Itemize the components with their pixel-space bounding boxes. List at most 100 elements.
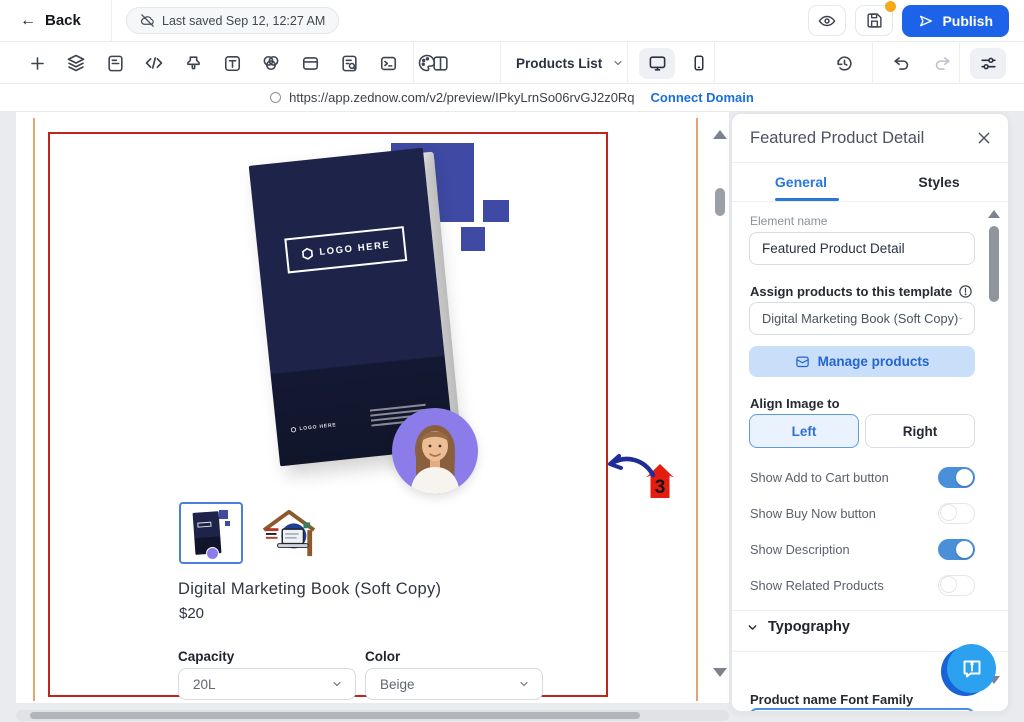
show-related-products-label: Show Related Products [750, 578, 884, 593]
form-icon[interactable] [102, 50, 128, 76]
panel-title: Featured Product Detail [750, 129, 924, 148]
close-icon[interactable] [976, 130, 992, 146]
font-family-select[interactable] [749, 708, 975, 712]
info-icon [958, 284, 973, 299]
preview-url: https://app.zednow.com/v2/preview/IPkyLr… [289, 90, 634, 105]
assign-products-label: Assign products to this template [750, 284, 973, 299]
manage-products-button[interactable]: Manage products [749, 346, 975, 377]
toggle-row: Show Add to Cart button [750, 466, 975, 488]
tab-styles[interactable]: Styles [870, 163, 1008, 201]
history-icon[interactable] [831, 50, 857, 76]
chevron-down-icon [746, 621, 759, 634]
toggle-knob [940, 504, 957, 521]
capacity-value: 20L [193, 677, 216, 692]
back-button[interactable]: ← Back [0, 0, 112, 42]
preview-eye-button[interactable] [808, 5, 846, 36]
eye-icon [818, 12, 836, 30]
assign-products-select[interactable]: Digital Marketing Book (Soft Copy) [749, 302, 975, 335]
author-avatar [392, 408, 478, 494]
paint-icon[interactable] [180, 50, 206, 76]
show-buy-now-label: Show Buy Now button [750, 506, 876, 521]
mobile-view-button[interactable] [681, 48, 717, 79]
layers-icon[interactable] [63, 50, 89, 76]
thumbnail-book-image [194, 510, 228, 556]
divider [714, 42, 715, 84]
option-label-capacity: Capacity [178, 649, 234, 664]
adjustments-icon[interactable] [970, 48, 1006, 79]
element-name-input[interactable]: Featured Product Detail [749, 232, 975, 265]
connect-domain-link[interactable]: Connect Domain [651, 90, 754, 105]
canvas-hscrollbar-thumb[interactable] [30, 712, 640, 719]
active-tab-underline [775, 198, 839, 201]
page-selector[interactable]: Products List [516, 42, 624, 84]
page-search-icon[interactable] [336, 50, 362, 76]
divider [500, 42, 501, 84]
canvas-scroll-down[interactable] [713, 668, 727, 677]
properties-panel: Featured Product Detail General Styles E… [731, 113, 1009, 712]
product-price: $20 [179, 605, 204, 622]
align-right-button[interactable]: Right [865, 414, 975, 448]
book-logo-text: LOGO HERE [319, 240, 391, 258]
add-icon[interactable] [24, 50, 50, 76]
font-family-label: Product name Font Family [750, 692, 913, 707]
text-icon[interactable] [219, 50, 245, 76]
show-description-toggle[interactable] [938, 539, 975, 560]
preview-url-bar: https://app.zednow.com/v2/preview/IPkyLr… [0, 84, 1024, 112]
annotation-number: 3 [655, 478, 666, 498]
typography-section-header[interactable]: Typography [746, 619, 850, 635]
help-chat-button[interactable] [941, 644, 997, 698]
window-icon[interactable] [297, 50, 323, 76]
annotation-arrow-icon [602, 450, 656, 482]
send-icon [918, 13, 934, 29]
toggle-row: Show Description [750, 538, 975, 560]
toggle-row: Show Buy Now button [750, 502, 975, 524]
back-arrow-icon: ← [20, 12, 36, 30]
canvas-scrollbar-thumb[interactable] [715, 188, 725, 216]
show-add-to-cart-toggle[interactable] [938, 467, 975, 488]
desktop-view-button[interactable] [639, 48, 675, 79]
columns-icon[interactable] [427, 50, 453, 76]
redo-icon[interactable] [929, 50, 955, 76]
device-toggle-group [639, 42, 717, 84]
guide-line-left [33, 118, 35, 701]
console-icon[interactable] [375, 50, 401, 76]
settings-group [970, 42, 1006, 84]
hexagon-logo-icon [290, 426, 297, 433]
show-buy-now-toggle[interactable] [938, 503, 975, 524]
monitor-icon [648, 54, 667, 73]
editor-toolbar: Products List [0, 42, 1024, 84]
code-icon[interactable] [141, 50, 167, 76]
product-thumbnail-2[interactable] [256, 505, 322, 561]
topbar: ← Back Last saved Sep 12, 12:27 AM Publi… [0, 0, 1024, 42]
save-icon [866, 12, 883, 29]
show-related-products-toggle[interactable] [938, 575, 975, 596]
panel-scrollbar-thumb[interactable] [989, 226, 999, 302]
tab-general[interactable]: General [732, 163, 870, 201]
chat-bubble-icon [947, 644, 996, 693]
divider [959, 42, 960, 84]
divider [627, 42, 628, 84]
page-selector-label: Products List [516, 56, 602, 71]
toggle-knob [956, 541, 973, 558]
color-select[interactable]: Beige [365, 668, 543, 700]
capacity-select[interactable]: 20L [178, 668, 356, 700]
book-logo-box: LOGO HERE [284, 226, 407, 273]
page-canvas[interactable]: LOGO HERE LOGO HERE [16, 112, 729, 703]
last-saved-badge: Last saved Sep 12, 12:27 AM [126, 7, 339, 34]
toggle-row: Show Related Products [750, 574, 975, 596]
product-title: Digital Marketing Book (Soft Copy) [178, 580, 441, 599]
back-label: Back [45, 12, 81, 29]
align-left-button[interactable]: Left [749, 414, 859, 448]
shapes-icon[interactable] [258, 50, 284, 76]
last-saved-text: Last saved Sep 12, 12:27 AM [162, 14, 325, 28]
undo-icon[interactable] [888, 50, 914, 76]
publish-button[interactable]: Publish [902, 5, 1009, 37]
canvas-scroll-up[interactable] [713, 130, 727, 139]
editor-main: LOGO HERE LOGO HERE [0, 112, 1024, 722]
panel-scroll-up[interactable] [988, 210, 1000, 218]
divider [413, 42, 414, 84]
chevron-down-icon [518, 678, 530, 690]
save-button[interactable] [855, 5, 893, 36]
product-thumbnail-selected[interactable] [179, 502, 243, 564]
divider [732, 610, 1008, 611]
